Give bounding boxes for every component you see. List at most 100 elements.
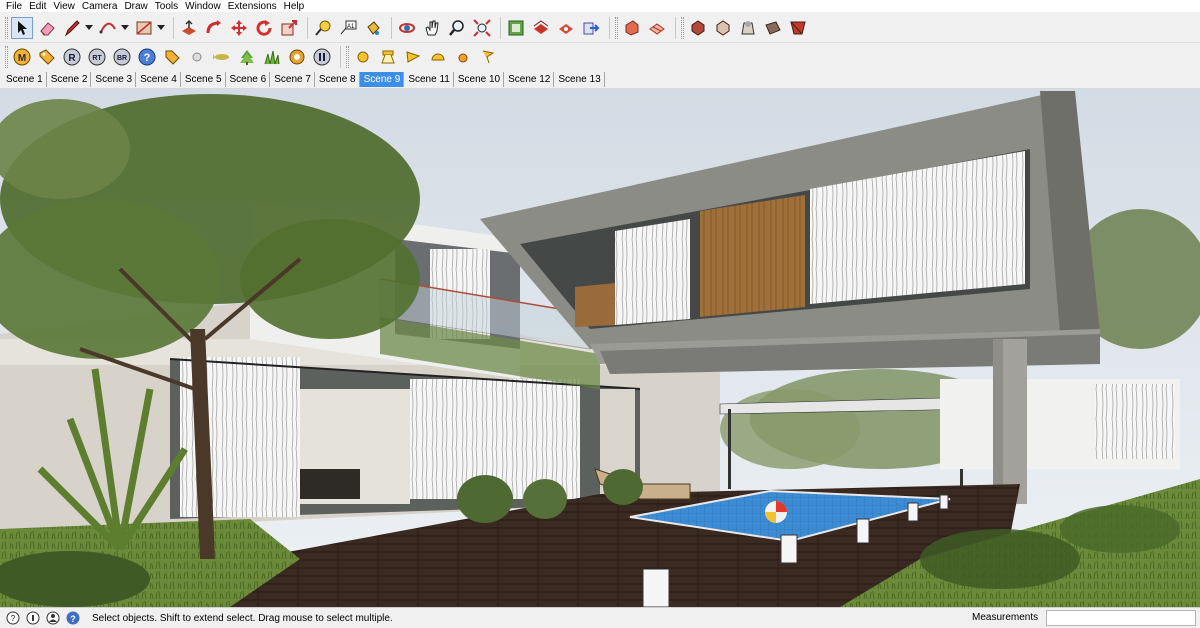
shaded-style-icon[interactable] xyxy=(762,17,784,39)
rotate-icon[interactable] xyxy=(253,17,275,39)
toolbar-separator xyxy=(609,16,610,39)
label-tag-icon[interactable] xyxy=(161,46,183,68)
text-label-icon[interactable]: A1 xyxy=(337,17,359,39)
svg-text:BR: BR xyxy=(117,55,127,62)
light-bollard xyxy=(939,494,949,510)
light-bollard xyxy=(907,502,919,522)
grass-proxy-icon[interactable] xyxy=(261,46,283,68)
toolbar-grip[interactable] xyxy=(615,16,618,39)
sphere-light-icon[interactable] xyxy=(352,46,374,68)
paint-bucket-icon[interactable] xyxy=(362,17,384,39)
scene-tab-scene-4[interactable]: Scene 4 xyxy=(136,72,181,87)
menu-camera[interactable]: Camera xyxy=(80,0,123,13)
hidden-line-style-icon[interactable] xyxy=(737,17,759,39)
arc-icon[interactable] xyxy=(97,17,119,39)
fish-sun-icon[interactable] xyxy=(211,46,233,68)
chevron-down-icon[interactable] xyxy=(121,25,129,30)
measurements-label: Measurements xyxy=(972,612,1039,623)
wireframe-style-icon[interactable] xyxy=(712,17,734,39)
wood-panel xyxy=(700,195,805,317)
pan-hand-icon[interactable] xyxy=(421,17,443,39)
model-viewport[interactable] xyxy=(0,89,1200,607)
textured-style-icon[interactable] xyxy=(787,17,809,39)
menu-bar: File Edit View Camera Draw Tools Window Extensi… xyxy=(0,0,1200,13)
export-icon[interactable] xyxy=(580,17,602,39)
component-warehouse-icon[interactable] xyxy=(555,17,577,39)
toolbar-separator xyxy=(340,46,341,68)
svg-text:R: R xyxy=(68,53,76,64)
tree-proxy-icon[interactable] xyxy=(236,46,258,68)
measurements-input[interactable] xyxy=(1046,610,1196,626)
light-bollard xyxy=(642,568,670,607)
chevron-down-icon[interactable] xyxy=(157,25,165,30)
hemisphere-light-icon[interactable] xyxy=(427,46,449,68)
3d-warehouse-icon[interactable] xyxy=(505,17,527,39)
menu-view[interactable]: View xyxy=(51,0,80,13)
cone-light-icon[interactable] xyxy=(402,46,424,68)
scene-tab-scene-10[interactable]: Scene 10 xyxy=(454,72,505,87)
orbit-icon[interactable] xyxy=(396,17,418,39)
follow-me-icon[interactable] xyxy=(203,17,225,39)
light-flag-icon[interactable] xyxy=(477,46,499,68)
menu-draw[interactable]: Draw xyxy=(122,0,152,13)
toolbar-separator xyxy=(675,16,676,39)
share-model-icon[interactable] xyxy=(530,17,552,39)
toolbar-grip[interactable] xyxy=(5,16,8,39)
toolbar-grip[interactable] xyxy=(5,46,8,68)
xray-style-icon[interactable] xyxy=(687,17,709,39)
toolbar-grip[interactable] xyxy=(681,16,684,39)
menu-tools[interactable]: Tools xyxy=(153,0,183,13)
curtain xyxy=(615,219,690,325)
push-pull-icon[interactable] xyxy=(178,17,200,39)
menu-file[interactable]: File xyxy=(4,0,27,13)
scene-tab-scene-13[interactable]: Scene 13 xyxy=(554,72,605,87)
render-button[interactable]: R xyxy=(61,46,83,68)
scene-tab-scene-11[interactable]: Scene 11 xyxy=(404,72,454,87)
eraser-icon[interactable] xyxy=(36,17,58,39)
section-plane-icon[interactable] xyxy=(621,17,643,39)
curtain xyxy=(1095,384,1175,459)
select-arrow-icon[interactable] xyxy=(11,16,33,39)
move-icon[interactable] xyxy=(228,17,250,39)
scene-tab-scene-2[interactable]: Scene 2 xyxy=(47,72,92,87)
instructor-help-icon[interactable]: ? xyxy=(65,611,80,626)
toolbar-grip[interactable] xyxy=(346,46,349,68)
pencil-line-icon[interactable] xyxy=(61,17,83,39)
geolocation-icon[interactable]: ? xyxy=(5,611,20,626)
spot-light-icon[interactable] xyxy=(377,46,399,68)
menu-edit[interactable]: Edit xyxy=(27,0,51,13)
render-material-button[interactable]: M xyxy=(11,46,33,68)
light-bollard xyxy=(780,534,798,564)
section-cut-icon[interactable] xyxy=(646,17,668,39)
target-icon[interactable] xyxy=(286,46,308,68)
scene-tab-scene-3[interactable]: Scene 3 xyxy=(91,72,137,87)
batch-render-button[interactable]: BR xyxy=(111,46,133,68)
model-render[interactable] xyxy=(0,89,1200,607)
scene-tab-scene-7[interactable]: Scene 7 xyxy=(270,72,315,87)
scene-tab-scene-6[interactable]: Scene 6 xyxy=(226,72,271,87)
scene-tab-scene-8[interactable]: Scene 8 xyxy=(315,72,360,87)
render-region-button[interactable]: RT xyxy=(86,46,108,68)
zoom-icon[interactable] xyxy=(446,17,468,39)
sphere-icon[interactable] xyxy=(186,46,208,68)
rectangle-icon[interactable] xyxy=(133,17,155,39)
svg-text:?: ? xyxy=(70,614,76,624)
scene-tab-scene-9[interactable]: Scene 9 xyxy=(359,72,405,87)
help-icon[interactable]: ? xyxy=(136,46,158,68)
menu-window[interactable]: Window xyxy=(183,0,226,13)
scene-tab-scene-5[interactable]: Scene 5 xyxy=(181,72,226,87)
scale-icon[interactable] xyxy=(278,17,300,39)
zoom-extents-icon[interactable] xyxy=(471,17,493,39)
scene-tab-scene-1[interactable]: Scene 1 xyxy=(2,72,47,87)
menu-help[interactable]: Help xyxy=(282,0,310,13)
tape-measure-icon[interactable] xyxy=(312,17,334,39)
scene-tab-scene-12[interactable]: Scene 12 xyxy=(504,72,555,87)
omni-light-icon[interactable] xyxy=(452,46,474,68)
menu-extensions[interactable]: Extensions xyxy=(226,0,282,13)
pause-icon[interactable] xyxy=(311,46,333,68)
chevron-down-icon[interactable] xyxy=(85,25,93,30)
user-icon[interactable] xyxy=(45,611,60,626)
main-toolbar: A1 xyxy=(0,13,1200,43)
tag-icon[interactable] xyxy=(36,46,58,68)
credits-icon[interactable] xyxy=(25,611,40,626)
